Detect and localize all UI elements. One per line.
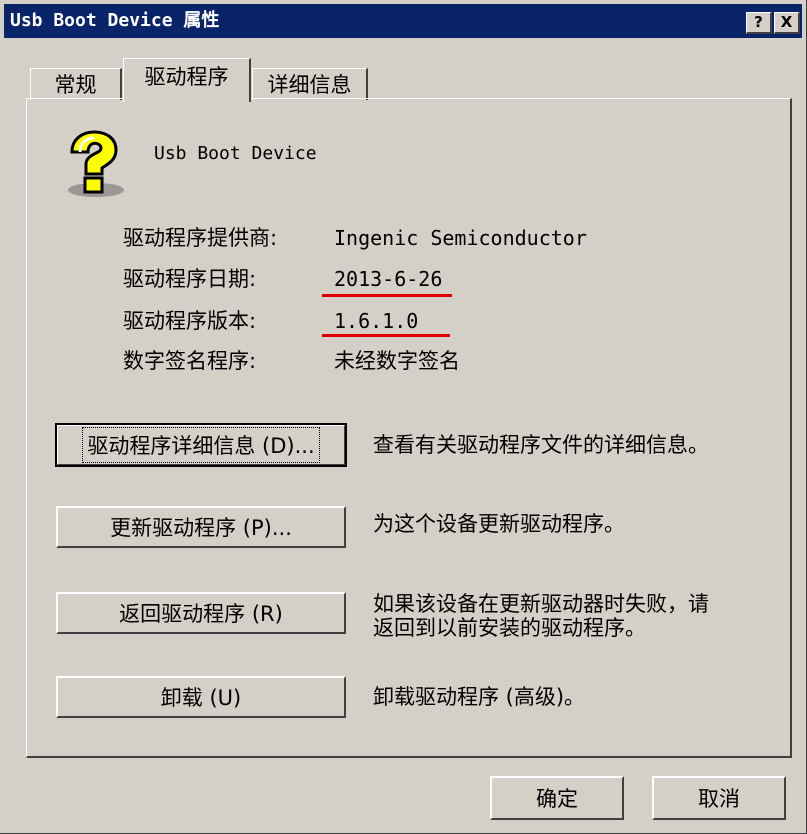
driver-details-description: 查看有关驱动程序文件的详细信息。: [373, 433, 709, 457]
help-button[interactable]: ?: [746, 12, 772, 34]
version-label: 驱动程序版本:: [123, 309, 257, 333]
roll-back-description-line1: 如果该设备在更新驱动器时失败，请: [373, 592, 709, 616]
ok-button[interactable]: 确定: [490, 776, 624, 820]
signer-label: 数字签名程序:: [123, 349, 257, 373]
tab-driver-label: 驱动程序: [144, 65, 229, 89]
version-underline-annotation: [322, 334, 450, 337]
unknown-device-question-icon: [68, 130, 124, 197]
tab-strip: 常规 驱动程序 详细信息: [0, 40, 807, 102]
tab-details-label: 详细信息: [267, 73, 352, 97]
date-label: 驱动程序日期:: [123, 267, 257, 291]
driver-details-button[interactable]: 驱动程序详细信息 (D)...: [55, 423, 347, 467]
tab-driver[interactable]: 驱动程序: [123, 58, 251, 102]
date-value: 2013-6-26: [334, 267, 443, 291]
ok-button-label: 确定: [536, 787, 578, 811]
roll-back-driver-description: 如果该设备在更新驱动器时失败，请 返回到以前安装的驱动程序。: [373, 592, 709, 640]
tab-general[interactable]: 常规: [30, 68, 122, 100]
update-driver-button-label: 更新驱动程序 (P)...: [110, 516, 292, 540]
cancel-button[interactable]: 取消: [652, 776, 786, 820]
cancel-button-label: 取消: [698, 787, 740, 811]
signer-value: 未经数字签名: [334, 349, 460, 373]
close-button[interactable]: X: [774, 12, 800, 34]
roll-back-driver-button-label: 返回驱动程序 (R): [119, 602, 283, 626]
title-bar[interactable]: Usb Boot Device 属性 ? X: [4, 4, 802, 38]
uninstall-button[interactable]: 卸载 (U): [56, 676, 346, 718]
tab-general-label: 常规: [54, 73, 97, 97]
roll-back-driver-button[interactable]: 返回驱动程序 (R): [56, 592, 346, 634]
roll-back-description-line2: 返回到以前安装的驱动程序。: [373, 616, 646, 640]
device-name: Usb Boot Device: [154, 143, 317, 164]
driver-details-button-label: 驱动程序详细信息 (D)...: [82, 427, 320, 463]
provider-value: Ingenic Semiconductor: [334, 226, 587, 250]
update-driver-description: 为这个设备更新驱动程序。: [373, 512, 625, 536]
version-value: 1.6.1.0: [334, 309, 419, 333]
tab-details[interactable]: 详细信息: [252, 68, 368, 100]
uninstall-button-label: 卸载 (U): [160, 686, 242, 710]
properties-dialog: Usb Boot Device 属性 ? X 常规 驱动程序 详细信息 Usb …: [0, 0, 807, 834]
update-driver-button[interactable]: 更新驱动程序 (P)...: [56, 506, 346, 548]
window-title: Usb Boot Device 属性: [10, 10, 220, 31]
date-underline-annotation: [322, 294, 452, 297]
provider-label: 驱动程序提供商:: [123, 226, 278, 250]
uninstall-description: 卸载驱动程序 (高级)。: [373, 685, 586, 709]
